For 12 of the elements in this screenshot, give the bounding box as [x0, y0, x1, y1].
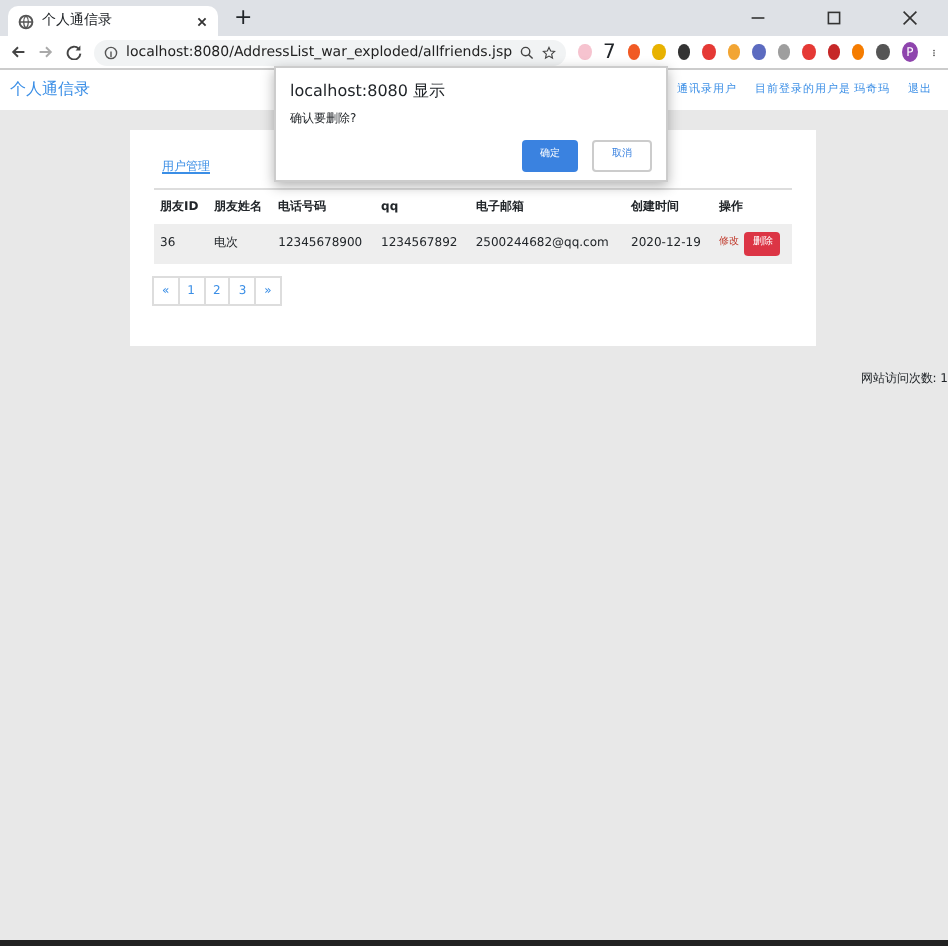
dialog-title: localhost:8080 显示 [290, 80, 448, 104]
globe-icon [18, 13, 34, 29]
extension-badge[interactable]: 7 [603, 37, 616, 67]
star-icon[interactable] [542, 45, 557, 59]
reload-icon[interactable] [66, 44, 82, 60]
brand-link[interactable]: 个人通信录 [10, 78, 90, 102]
close-icon[interactable] [196, 15, 208, 27]
forward-icon[interactable] [38, 44, 54, 60]
info-icon [104, 45, 118, 59]
back-icon[interactable] [10, 44, 26, 60]
search-icon[interactable] [520, 45, 535, 59]
new-tab-button[interactable]: + [234, 1, 253, 34]
